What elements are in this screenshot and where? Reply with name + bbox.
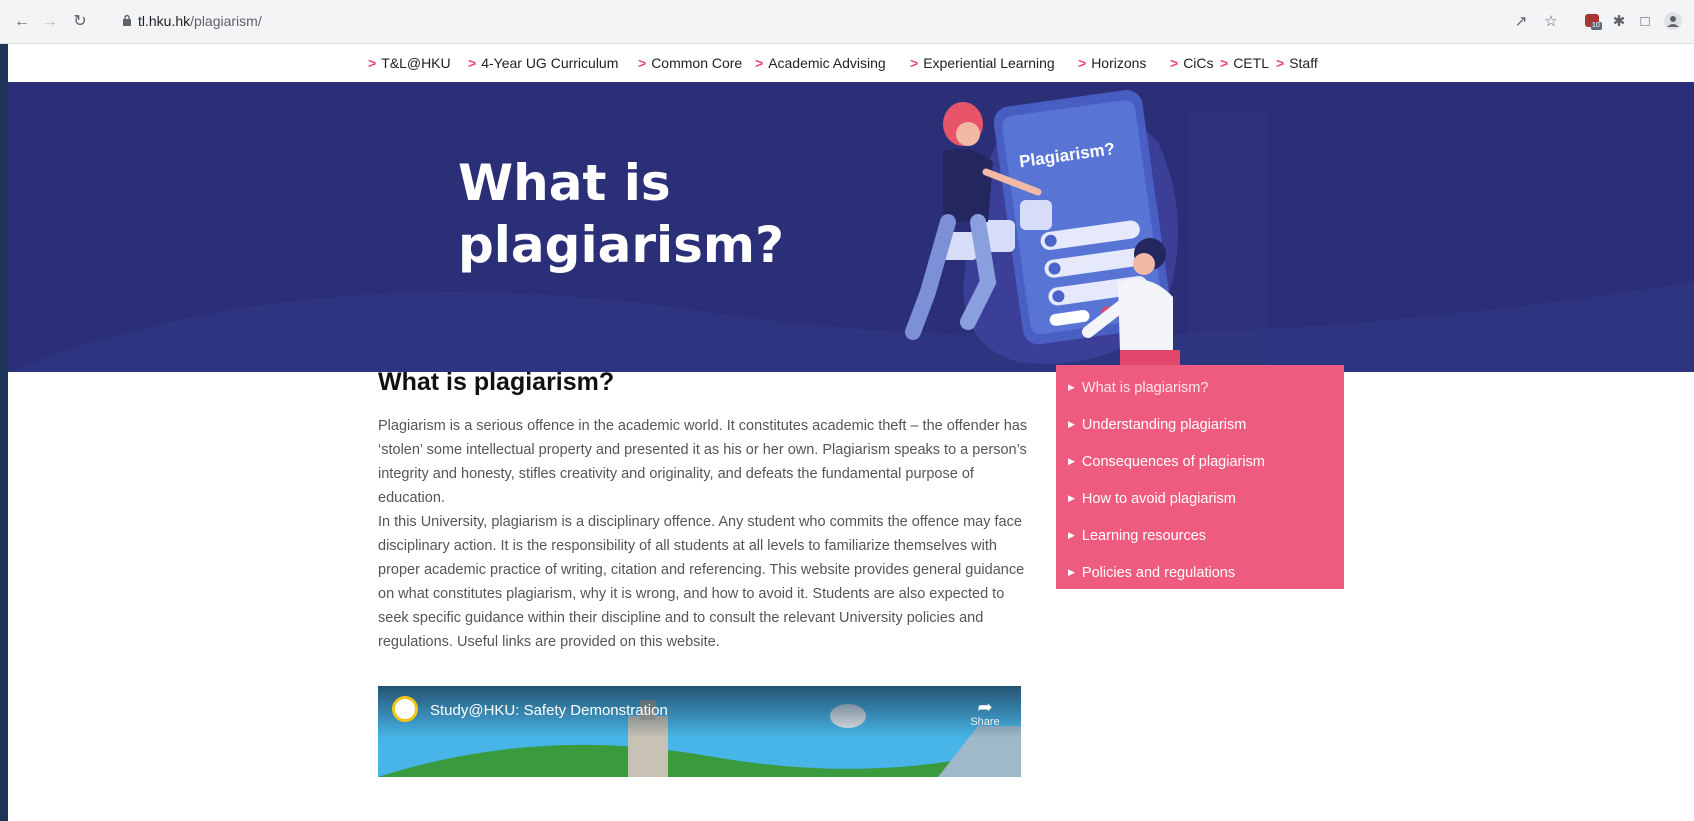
side-menu-item-policies[interactable]: ▶ Policies and regulations	[1068, 565, 1235, 581]
back-icon[interactable]: ←	[12, 12, 32, 32]
intro-paragraph: Plagiarism is a serious offence in the a…	[378, 418, 1028, 506]
url-text[interactable]: tl.hku.hk/plagiarism/	[138, 13, 262, 29]
extension-icon[interactable]: 10	[1582, 11, 1604, 33]
nav-item-experiential-learning[interactable]: > Experiential Learning	[910, 55, 1055, 71]
forward-icon[interactable]: →	[40, 12, 60, 32]
side-menu-item-what-is-plagiarism[interactable]: ▶ What is plagiarism?	[1068, 380, 1208, 396]
web-page: > T&L@HKU >4-Year UG Curriculum > Common C…	[8, 44, 1694, 821]
side-panel-icon[interactable]: □	[1634, 11, 1656, 33]
nav-item-academic-advising[interactable]: > Academic Advising	[755, 55, 886, 71]
url-path: /plagiarism/	[190, 13, 262, 29]
side-menu-item-learning-resources[interactable]: ▶ Learning resources	[1068, 528, 1206, 544]
site-top-nav: > T&L@HKU >4-Year UG Curriculum > Common C…	[8, 44, 1694, 82]
side-menu-item-how-to-avoid[interactable]: ▶ How to avoid plagiarism	[1068, 491, 1236, 507]
triangle-right-icon: ▶	[1068, 567, 1075, 577]
triangle-right-icon: ▶	[1068, 456, 1075, 466]
hero-title: What is plagiarism?	[458, 154, 785, 274]
url-host: tl.hku.hk	[138, 13, 191, 29]
lock-icon	[123, 14, 131, 26]
video-share-button[interactable]: ➦ Share	[965, 698, 1005, 728]
side-menu-item-understanding-plagiarism[interactable]: ▶ Understanding plagiarism	[1068, 417, 1246, 433]
share-arrow-icon: ➦	[977, 697, 993, 717]
reload-icon[interactable]: ↻	[70, 12, 90, 32]
nav-item-cetl[interactable]: > CETL	[1220, 55, 1269, 71]
embedded-video[interactable]: Study@HKU: Safety Demonstration ➦ Share	[378, 686, 1021, 777]
triangle-right-icon: ▶	[1068, 493, 1075, 503]
nav-item-staff[interactable]: > Staff	[1276, 55, 1318, 71]
nav-item-4-year-ug-curriculum[interactable]: >4-Year UG Curriculum	[468, 55, 618, 71]
triangle-right-icon: ▶	[1068, 419, 1075, 429]
triangle-right-icon: ▶	[1068, 530, 1075, 540]
address-bar[interactable]	[110, 9, 1530, 35]
content-heading: What is plagiarism?	[378, 368, 615, 396]
university-paragraph: In this University, plagiarism is a disc…	[378, 514, 1025, 650]
video-title[interactable]: Study@HKU: Safety Demonstration	[430, 702, 668, 719]
nav-item-cics[interactable]: > CiCs	[1170, 55, 1214, 71]
nav-item-tl-hku[interactable]: > T&L@HKU	[368, 55, 451, 71]
extension-badge: 10	[1592, 22, 1600, 29]
profile-icon[interactable]	[1662, 11, 1684, 33]
side-menu: ▶ What is plagiarism? ▶ Understanding plag…	[1056, 365, 1344, 589]
channel-avatar[interactable]	[392, 696, 418, 722]
side-menu-item-consequences[interactable]: ▶ Consequences of plagiarism	[1068, 454, 1265, 470]
puzzle-extensions-icon[interactable]: ✱	[1608, 11, 1630, 33]
bookmark-star-icon[interactable]: ☆	[1540, 11, 1562, 33]
share-page-icon[interactable]: ↗	[1510, 11, 1532, 33]
share-label: Share	[970, 716, 1000, 728]
triangle-right-icon: ▶	[1068, 382, 1075, 392]
nav-item-horizons[interactable]: > Horizons	[1078, 55, 1146, 71]
hero-banner: What is plagiarism? Plagiarism?	[8, 82, 1694, 372]
browser-toolbar: ← → ↻ tl.hku.hk/plagiarism/ ↗ ☆ 10 ✱ □	[0, 0, 1694, 44]
plagiarism-illustration: Plagiarism?	[905, 89, 1180, 372]
nav-item-common-core[interactable]: > Common Core	[638, 55, 742, 71]
